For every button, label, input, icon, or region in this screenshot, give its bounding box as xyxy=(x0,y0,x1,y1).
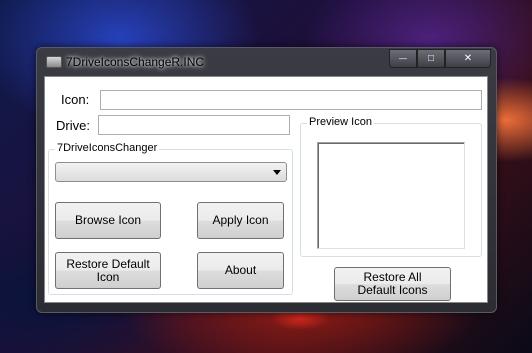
close-button[interactable]: ✕ xyxy=(445,49,491,68)
drive-icon xyxy=(46,56,62,68)
title-bar[interactable]: 7DriveIconsChangeR.INC — □ ✕ xyxy=(37,48,496,75)
restore-all-button[interactable]: Restore All Default Icons xyxy=(334,267,451,301)
preview-group: Preview Icon xyxy=(300,116,482,257)
drive-select[interactable] xyxy=(55,162,287,182)
icon-label: Icon: xyxy=(61,92,90,107)
client-area: Icon: Drive: 7DriveIconsChanger Browse I… xyxy=(44,76,488,303)
browse-icon-button[interactable]: Browse Icon xyxy=(55,202,161,239)
preview-caption: Preview Icon xyxy=(307,116,374,128)
caption-buttons: — □ ✕ xyxy=(389,49,491,68)
restore-default-button[interactable]: Restore Default Icon xyxy=(55,252,161,289)
window-title: 7DriveIconsChangeR.INC xyxy=(66,55,205,69)
drive-field[interactable] xyxy=(98,115,290,135)
drive-label: Drive: xyxy=(56,118,90,133)
minimize-button[interactable]: — xyxy=(389,49,417,68)
close-icon: ✕ xyxy=(463,53,473,64)
icon-path-field[interactable] xyxy=(100,90,482,110)
about-button[interactable]: About xyxy=(197,252,284,289)
app-window: 7DriveIconsChangeR.INC — □ ✕ Icon: Drive… xyxy=(36,47,497,313)
preview-image xyxy=(317,142,465,249)
chevron-down-icon xyxy=(273,170,281,175)
changer-group: 7DriveIconsChanger Browse Icon Apply Ico… xyxy=(48,142,293,295)
apply-icon-button[interactable]: Apply Icon xyxy=(197,202,284,239)
minimize-icon: — xyxy=(399,54,407,63)
maximize-icon: □ xyxy=(427,53,435,64)
group-caption: 7DriveIconsChanger xyxy=(55,142,160,154)
maximize-button[interactable]: □ xyxy=(417,49,445,68)
